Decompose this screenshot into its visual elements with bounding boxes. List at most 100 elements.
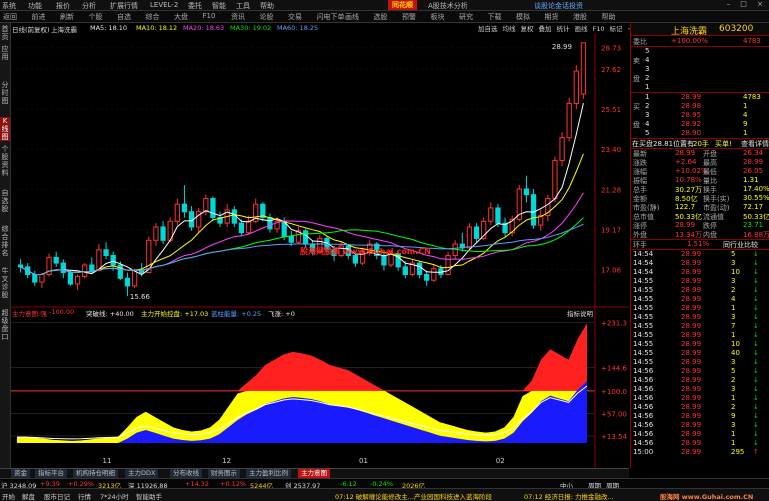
toolbar-button[interactable]: 论股 [260, 12, 274, 22]
toolbar-button[interactable]: 综合 [146, 12, 160, 22]
bottom-tab[interactable]: 主力DDX [125, 469, 159, 478]
leftnav-item[interactable]: K线图 [0, 117, 10, 141]
menu-item[interactable]: 系统 [2, 1, 16, 11]
toolbar-button[interactable]: 研究 [459, 12, 473, 22]
toolbar-button[interactable]: 选股 [374, 12, 388, 22]
tick-time: 14:55 [633, 286, 654, 294]
leftnav-item[interactable]: 首页 [0, 25, 10, 41]
toolbar-button[interactable]: 预警 [402, 12, 416, 22]
toolbar-button[interactable]: 前进 [32, 12, 46, 22]
tick-price: 28.99 [681, 331, 702, 339]
status-bar: 07:12 破解缠论能修改主...产业园国科技进入蓝海阶段 07:12 经济日报… [0, 488, 769, 501]
menu-item[interactable]: 委托 [188, 1, 202, 11]
chart-tool-button[interactable]: 加自选 [478, 25, 498, 33]
tick-price: 28.99 [681, 304, 702, 312]
bottom-tabs: 资金 指标平台 机构持仓明细 主力DDX 分布收线 财务图示 主力盈利比例 主力意图 [0, 468, 629, 478]
sell-level: 2 [645, 74, 650, 82]
tick-price: 28.99 [681, 421, 702, 429]
leftnav-item[interactable]: 分时图 [0, 81, 10, 105]
notice-link[interactable]: 谈股论金话投资 [534, 1, 583, 11]
bottom-tab[interactable]: 资金 [11, 469, 30, 478]
date-tick-label: 12 [222, 457, 231, 465]
chart-tool-button[interactable]: 画线 [575, 25, 588, 33]
toolbar-button[interactable]: 自选 [117, 12, 131, 22]
candle-body [530, 194, 537, 226]
toolbar-button[interactable]: 下载 [488, 12, 502, 22]
menu-item[interactable]: 报价 [56, 1, 70, 11]
menu-item[interactable]: LEVEL-2 [150, 1, 178, 9]
tick-time: 14:56 [633, 439, 654, 447]
tick-volume: 2 [731, 286, 736, 294]
chart-tool-button[interactable]: 复权 [521, 25, 534, 33]
leftnav-item[interactable]: 超级盘口 [0, 309, 10, 341]
tick-direction-icon: ↓ [753, 322, 759, 330]
bottom-tab[interactable]: 主力意图 [298, 469, 330, 478]
candle-body [552, 159, 558, 199]
toolbar-button[interactable]: 大盘 [174, 12, 188, 22]
menu-item[interactable]: 分析 [82, 1, 96, 11]
chart-tool-button[interactable]: 叠加 [539, 25, 552, 33]
toolbar-button[interactable]: 期货 [545, 12, 559, 22]
stat-value: 1.31 [743, 176, 759, 184]
buy-volume: 4783 [743, 93, 761, 101]
tick-row: 14:54 28.99 3 ↓ [631, 259, 769, 268]
leftnav-item[interactable]: 综合排名 [0, 225, 10, 257]
buy-row: 盘 4 28.92 9 [631, 120, 769, 129]
toolbar-button[interactable]: 帮助 [602, 12, 616, 22]
toolbar-button[interactable]: 资讯 [231, 12, 245, 22]
price-tick-label: 21.28 [601, 186, 621, 194]
toolbar-button[interactable]: 个股 [89, 12, 103, 22]
bottom-tab[interactable]: 主力盈利比例 [246, 469, 291, 478]
tick-direction-icon: ↓ [753, 286, 759, 294]
leftnav-item[interactable]: 牛叉诊股 [0, 267, 10, 299]
tick-row: 14:55 28.99 10 ↓ [631, 340, 769, 349]
toolbar-button[interactable]: 模拟 [516, 12, 530, 22]
candle-body [473, 226, 480, 239]
bottom-tab[interactable]: 机构持仓明细 [73, 469, 118, 478]
chart-tool-button[interactable]: F10 [593, 25, 605, 33]
bottom-tab[interactable]: 财务图示 [208, 469, 240, 478]
toolbar-button[interactable]: F10 [203, 12, 216, 20]
menu-item[interactable]: 智能 [212, 1, 226, 11]
stock-code: 603200 [719, 24, 754, 34]
candle-body [32, 273, 38, 283]
leftnav-item[interactable]: 个股资料 [0, 145, 10, 177]
tick-time: 14:54 [633, 250, 654, 258]
leftnav-item[interactable]: 应用 [0, 45, 10, 61]
toolbar-button[interactable]: 板块 [431, 12, 445, 22]
ma10-label: MA10: 18.12 [136, 24, 178, 32]
toolbar-button[interactable]: 交易 [288, 12, 302, 22]
bottom-tab[interactable]: 分布收线 [170, 469, 202, 478]
candle-body [238, 222, 245, 234]
indicator-help-link[interactable]: 指标说明 [567, 308, 593, 318]
toolbar-button[interactable]: 港股 [573, 12, 587, 22]
toolbar-button[interactable]: 刷新 [60, 12, 74, 22]
weibi-value: +100.00% [671, 37, 709, 45]
toolbar-button[interactable]: 闪电下单 [317, 12, 345, 22]
menu-item[interactable]: 扩展行情 [110, 1, 138, 11]
candle-body [67, 272, 74, 285]
chart-tool-button[interactable]: 标记 [610, 25, 623, 33]
window-controls[interactable]: – □ × [727, 0, 767, 8]
tick-time: 14:56 [633, 430, 654, 438]
tick-direction-icon: ↓ [753, 412, 759, 420]
tick-volume: 1 [731, 439, 736, 447]
toolbar-button[interactable]: 画线 [345, 12, 359, 22]
tick-volume: 3 [731, 313, 736, 321]
candle-body [117, 264, 123, 279]
indicator-name[interactable]: 主力意图:强 [12, 308, 47, 318]
candle-body [445, 254, 451, 275]
menu-item[interactable]: 帮助 [260, 1, 274, 11]
menu-item[interactable]: 功能 [28, 1, 42, 11]
watermark: 股海网股票 www.Guhai.com.CN [300, 247, 431, 256]
tick-row: 14:56 28.99 9 ↓ [631, 412, 769, 421]
menu-item[interactable]: 工具 [236, 1, 250, 11]
chart-tool-button[interactable]: 统计 [557, 25, 570, 33]
leftnav-item[interactable]: 自选股 [0, 189, 10, 213]
turnover-row: 环手 1.51% 同行业比较 [631, 240, 769, 249]
buy-row: 买 2 28.98 1 [631, 102, 769, 111]
chart-tool-button[interactable]: 均线 [503, 25, 516, 33]
toolbar-button[interactable]: 返回 [3, 12, 17, 22]
bottom-tab[interactable]: 指标平台 [35, 469, 67, 478]
candle-body [210, 197, 216, 218]
